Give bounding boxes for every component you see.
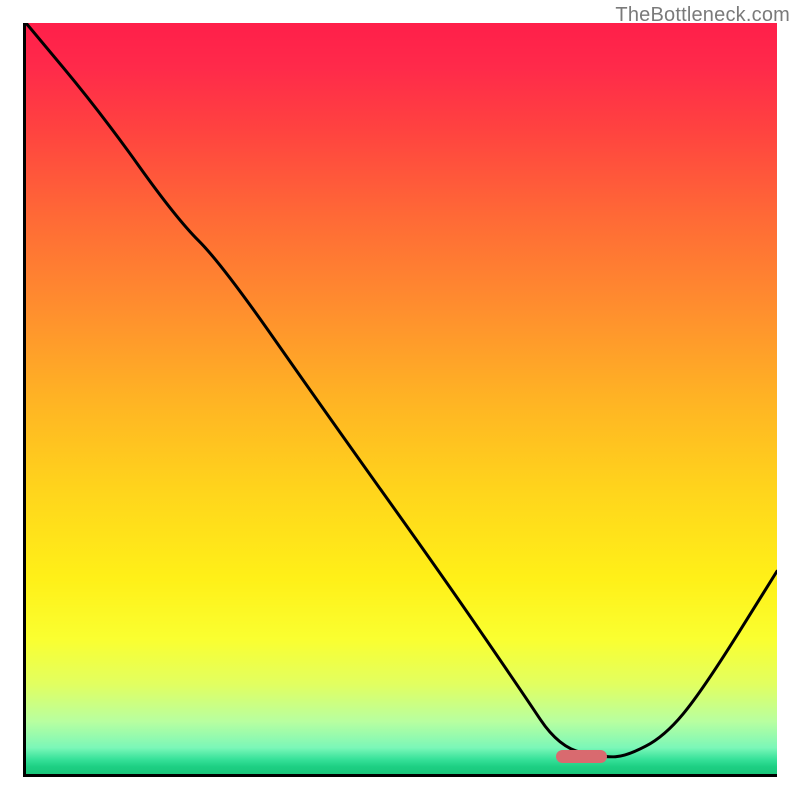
watermark-text: TheBottleneck.com <box>615 4 790 27</box>
curve-layer <box>26 23 777 774</box>
optimal-marker <box>556 750 607 764</box>
plot-area <box>23 23 777 777</box>
bottleneck-chart: TheBottleneck.com <box>0 0 800 800</box>
bottleneck-curve-path <box>26 23 777 757</box>
